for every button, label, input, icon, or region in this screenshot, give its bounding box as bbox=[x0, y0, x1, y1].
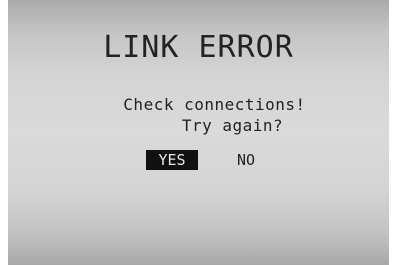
yes-button[interactable]: YES bbox=[146, 150, 198, 170]
message-line-1: Check connections! bbox=[123, 95, 306, 114]
dialog-title: LINK ERROR bbox=[103, 30, 294, 65]
choice-group: YES NO bbox=[8, 150, 389, 170]
lcd-screen: LINK ERROR Check connections! Try again?… bbox=[8, 0, 389, 265]
message-line-2: Try again? bbox=[181, 116, 284, 135]
no-button[interactable]: NO bbox=[231, 150, 261, 170]
